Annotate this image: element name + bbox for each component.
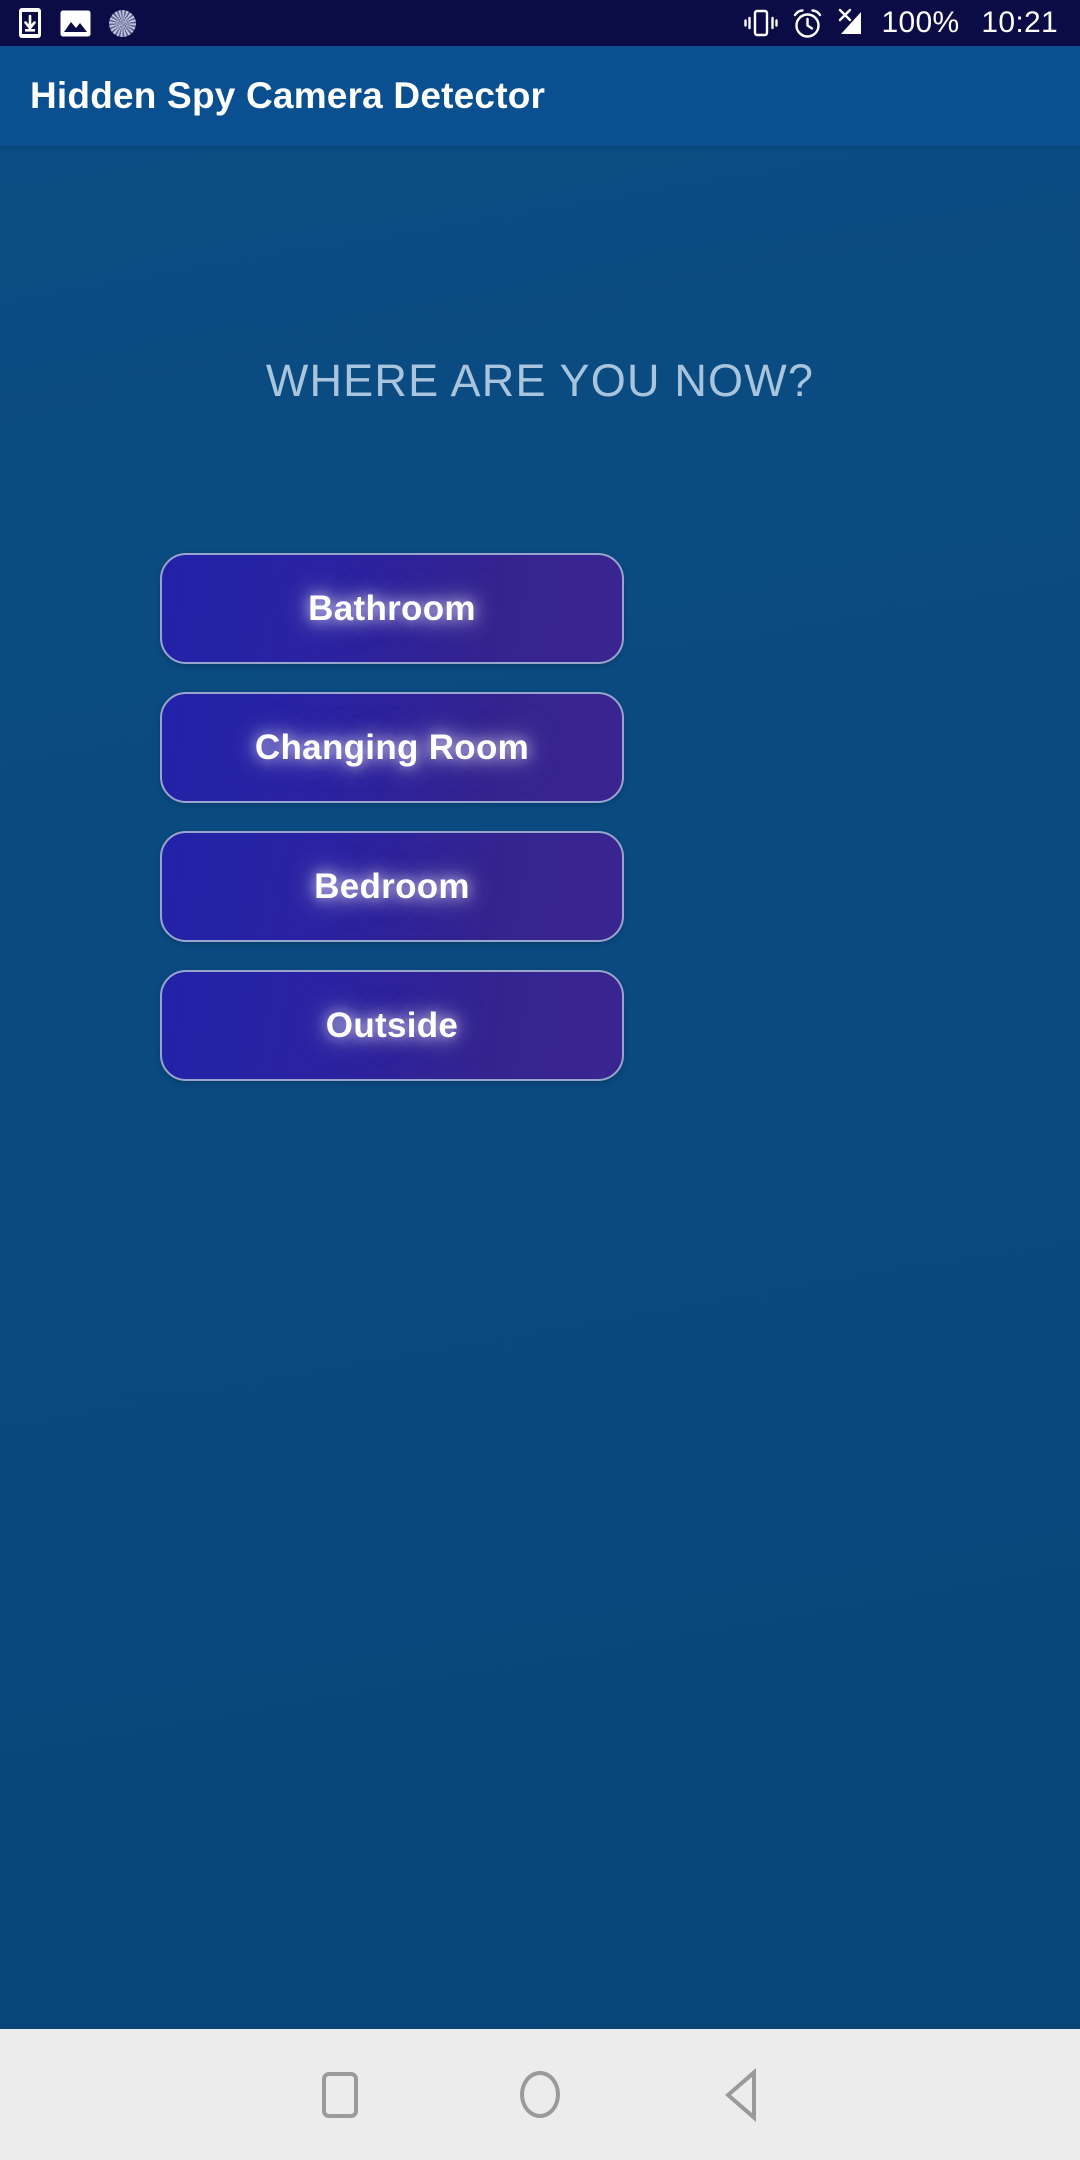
location-button-changing-room[interactable]: Changing Room	[160, 692, 624, 803]
status-bar-left-icons	[18, 7, 136, 39]
location-choice-list: Bathroom Changing Room Bedroom Outside	[160, 553, 624, 1081]
no-signal-icon	[839, 8, 862, 34]
location-button-label: Changing Room	[254, 727, 530, 767]
location-button-label: Outside	[325, 1005, 459, 1045]
alarm-clock-icon	[794, 8, 822, 38]
vibrate-icon	[744, 9, 779, 37]
main-content: WHERE ARE YOU NOW? Bathroom Changing Roo…	[0, 149, 1080, 2029]
location-button-bedroom[interactable]: Bedroom	[160, 831, 624, 942]
app-bar: Hidden Spy Camera Detector	[0, 46, 1080, 149]
recent-apps-button[interactable]	[240, 2029, 440, 2160]
status-bar-right-icons: 100% 10:21	[744, 8, 1058, 39]
home-circle-icon	[520, 2071, 560, 2118]
phone-screen: 100% 10:21 Hidden Spy Camera Detector WH…	[0, 0, 1080, 2160]
page-heading: WHERE ARE YOU NOW?	[265, 355, 815, 406]
status-bar: 100% 10:21	[0, 0, 1080, 46]
app-title: Hidden Spy Camera Detector	[30, 75, 546, 116]
android-navigation-bar	[0, 2029, 1080, 2160]
back-button[interactable]	[640, 2029, 840, 2160]
location-button-bathroom[interactable]: Bathroom	[160, 553, 624, 664]
sync-spinner-icon	[109, 9, 136, 37]
location-button-label: Bathroom	[308, 588, 476, 628]
home-button[interactable]	[440, 2029, 640, 2160]
image-gallery-icon	[60, 10, 91, 36]
status-bar-clock: 10:21	[981, 6, 1058, 39]
location-button-outside[interactable]: Outside	[160, 970, 624, 1081]
phone-download-icon	[19, 8, 41, 38]
battery-percentage: 100%	[881, 6, 960, 39]
location-button-label: Bedroom	[314, 866, 470, 906]
recent-apps-icon	[322, 2071, 358, 2118]
back-triangle-icon	[724, 2067, 756, 2122]
